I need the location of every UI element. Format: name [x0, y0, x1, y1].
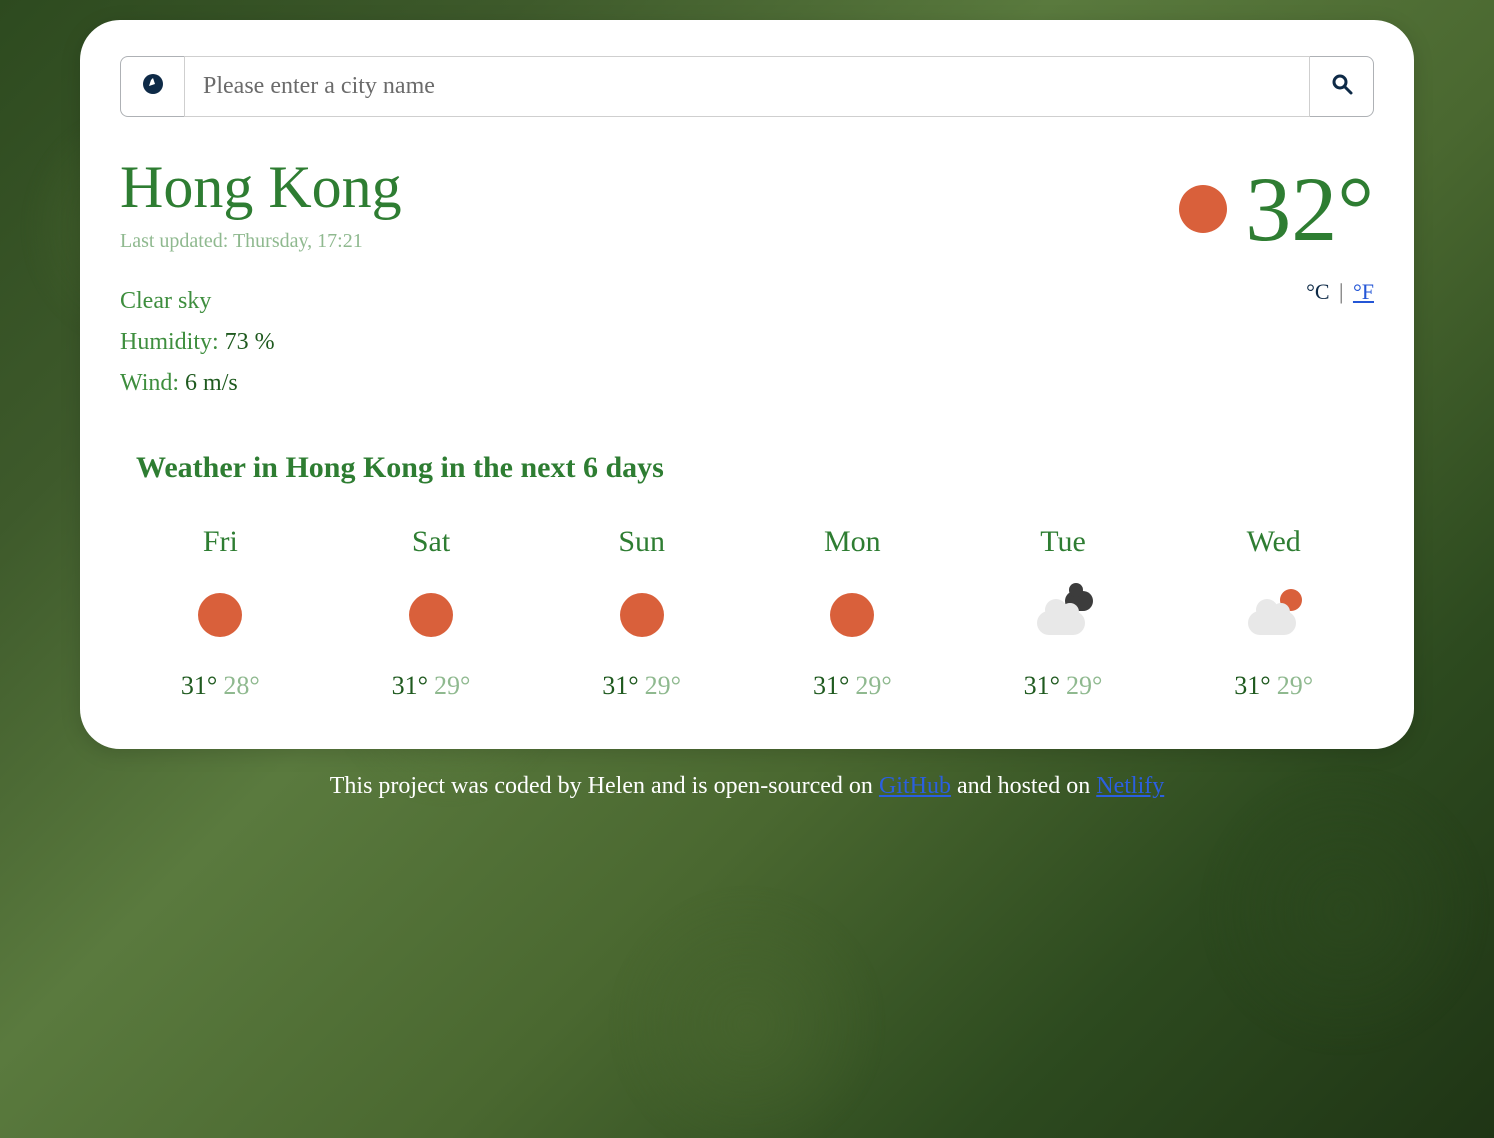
- footer-credit: This project was coded by Helen and is o…: [80, 773, 1414, 800]
- humidity-value: 73 %: [225, 329, 275, 355]
- sun-icon: [541, 587, 742, 643]
- forecast-day: Mon 31°29°: [752, 525, 953, 701]
- forecast-day: Wed 31°29°: [1173, 525, 1374, 701]
- netlify-link[interactable]: Netlify: [1096, 773, 1164, 799]
- forecast-day: Tue 31°29°: [963, 525, 1164, 701]
- temp-low: 29°: [1277, 671, 1313, 700]
- forecast-day: Sat 31°29°: [331, 525, 532, 701]
- day-name: Sat: [331, 525, 532, 559]
- sky-condition: Clear sky: [120, 281, 402, 322]
- sun-icon: [752, 587, 953, 643]
- day-temps: 31°29°: [963, 671, 1164, 701]
- unit-fahrenheit[interactable]: °F: [1353, 279, 1374, 304]
- footer-text-1: This project was coded by Helen and is o…: [330, 773, 879, 799]
- temp-low: 28°: [223, 671, 259, 700]
- wind-label: Wind:: [120, 370, 185, 396]
- forecast-day: Fri 31°28°: [120, 525, 321, 701]
- unit-toggle: °C | °F: [1179, 279, 1374, 305]
- unit-separator: |: [1334, 279, 1349, 304]
- day-temps: 31°29°: [541, 671, 742, 701]
- search-icon: [1330, 72, 1354, 102]
- wind-row: Wind: 6 m/s: [120, 363, 402, 404]
- temp-high: 31°: [392, 671, 428, 700]
- temp-low: 29°: [1066, 671, 1102, 700]
- wind-value: 6 m/s: [185, 370, 238, 396]
- geolocate-button[interactable]: [120, 56, 184, 117]
- temp-high: 31°: [181, 671, 217, 700]
- day-name: Sun: [541, 525, 742, 559]
- sun-icon: [331, 587, 532, 643]
- temp-high: 31°: [813, 671, 849, 700]
- forecast-row: Fri31°28°Sat31°29°Sun31°29°Mon31°29°Tue3…: [120, 525, 1374, 701]
- footer-text-2: and hosted on: [951, 773, 1096, 799]
- cloud-dark-icon: [963, 587, 1164, 643]
- day-name: Tue: [963, 525, 1164, 559]
- day-temps: 31°29°: [331, 671, 532, 701]
- day-temps: 31°28°: [120, 671, 321, 701]
- city-search-input[interactable]: [184, 56, 1310, 117]
- current-temp-row: 32°: [1179, 163, 1374, 255]
- temp-low: 29°: [645, 671, 681, 700]
- day-name: Wed: [1173, 525, 1374, 559]
- temp-low: 29°: [434, 671, 470, 700]
- day-name: Fri: [120, 525, 321, 559]
- unit-celsius[interactable]: °C: [1306, 279, 1329, 304]
- current-temperature: 32°: [1245, 163, 1374, 255]
- temp-high: 31°: [1024, 671, 1060, 700]
- humidity-row: Humidity: 73 %: [120, 322, 402, 363]
- city-name: Hong Kong: [120, 153, 402, 222]
- weather-card: Hong Kong Last updated: Thursday, 17:21 …: [80, 20, 1414, 749]
- sun-icon: [120, 587, 321, 643]
- conditions: Clear sky Humidity: 73 % Wind: 6 m/s: [120, 281, 402, 403]
- day-name: Mon: [752, 525, 953, 559]
- temp-low: 29°: [855, 671, 891, 700]
- last-updated: Last updated: Thursday, 17:21: [120, 230, 402, 253]
- current-weather: Hong Kong Last updated: Thursday, 17:21 …: [120, 153, 1374, 403]
- temp-high: 31°: [602, 671, 638, 700]
- humidity-label: Humidity:: [120, 329, 225, 355]
- search-button[interactable]: [1310, 56, 1374, 117]
- forecast-day: Sun 31°29°: [541, 525, 742, 701]
- forecast-title: Weather in Hong Kong in the next 6 days: [136, 451, 1374, 485]
- github-link[interactable]: GitHub: [879, 773, 951, 799]
- temp-high: 31°: [1234, 671, 1270, 700]
- sun-icon: [1179, 185, 1227, 233]
- compass-icon: [141, 72, 165, 102]
- day-temps: 31°29°: [1173, 671, 1374, 701]
- cloud-sun-icon: [1173, 587, 1374, 643]
- day-temps: 31°29°: [752, 671, 953, 701]
- search-row: [120, 56, 1374, 117]
